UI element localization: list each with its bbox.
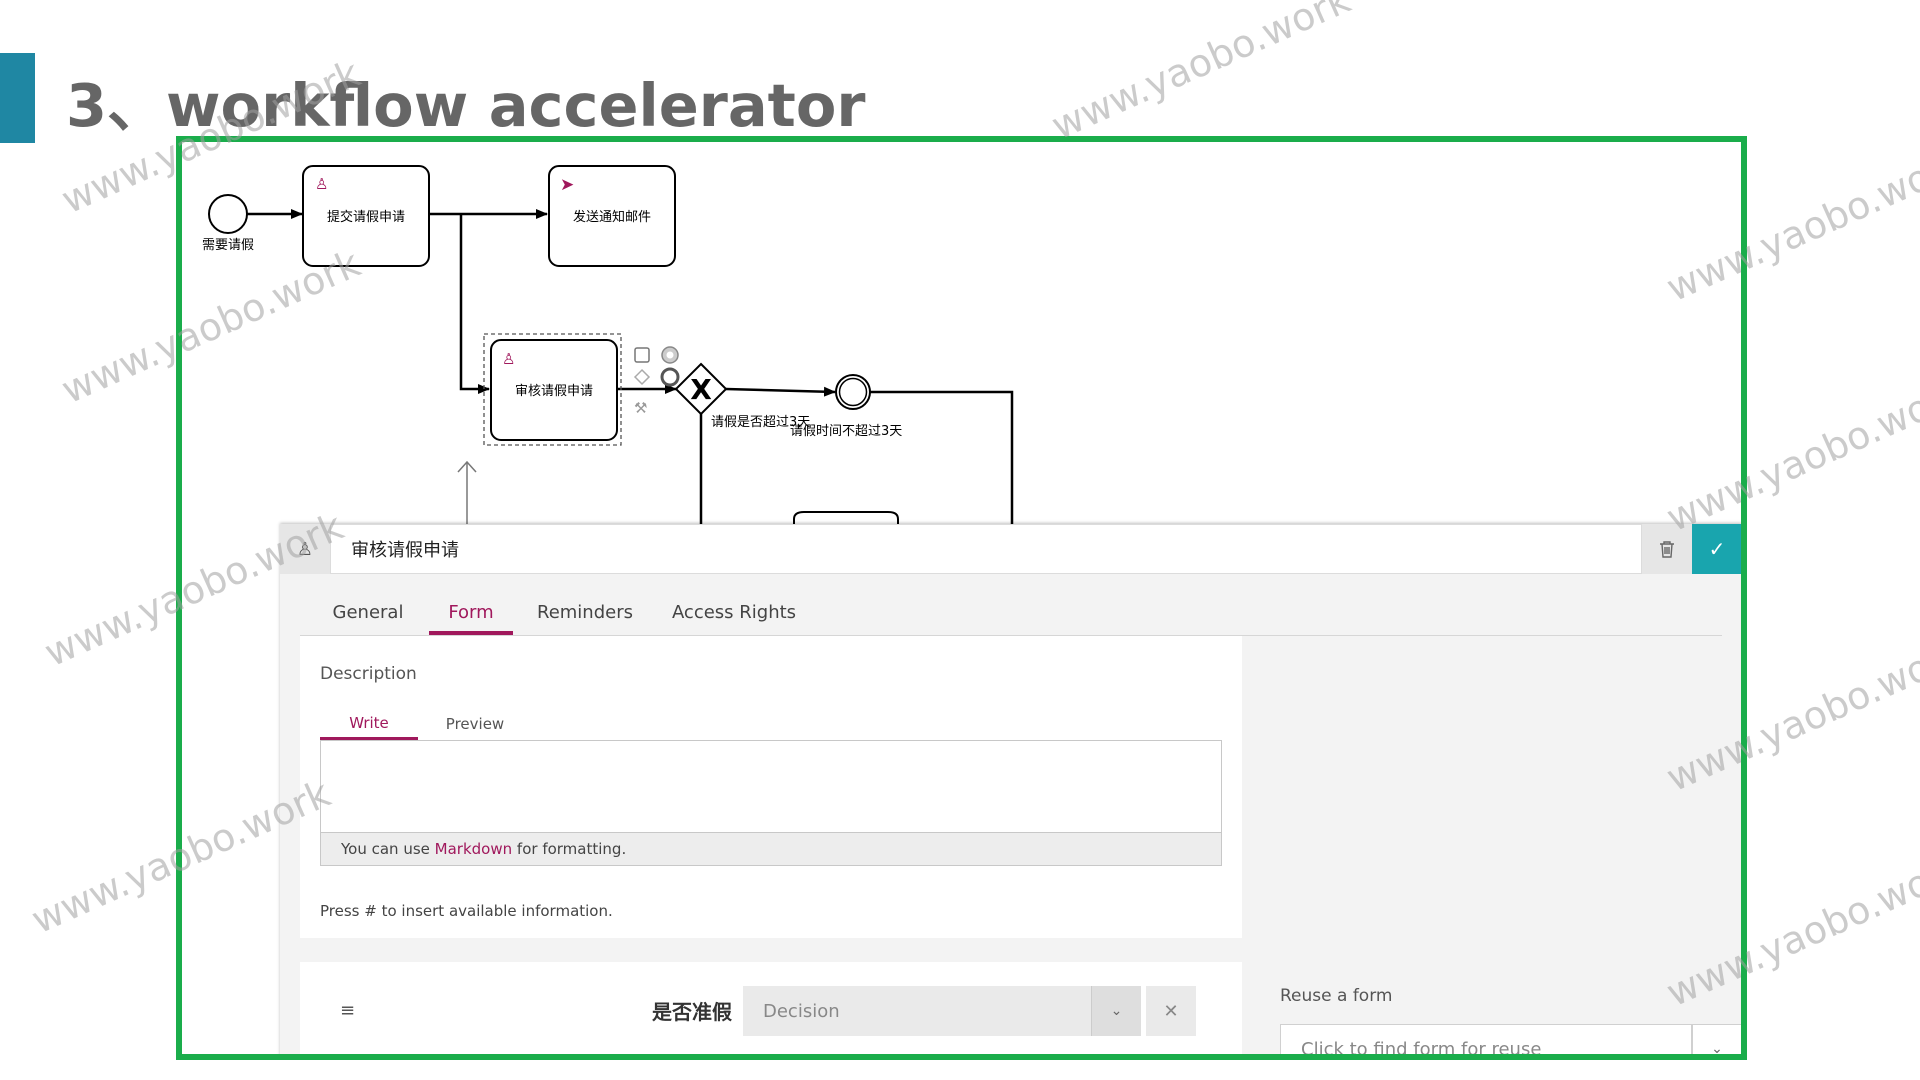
task-submit-leave[interactable]: ♙ 提交请假申请 (302, 165, 430, 267)
task-review-label: 审核请假申请 (515, 384, 593, 399)
flow-label: 请假时间不超过3天 (790, 424, 902, 439)
context-pad[interactable]: ⚒ (633, 346, 680, 417)
chevron-down-icon[interactable]: ⌄ (1091, 986, 1141, 1036)
markdown-link[interactable]: Markdown (435, 840, 512, 858)
field-label: 是否准假 (652, 1000, 732, 1024)
markdown-hint: You can use Markdown for formatting. (321, 832, 1221, 865)
start-event[interactable] (208, 194, 248, 234)
append-gateway-icon[interactable] (633, 368, 651, 386)
task-review-leave[interactable]: ♙ 审核请假申请 (483, 333, 622, 446)
chevron-down-icon[interactable]: ⌄ (1692, 1024, 1741, 1054)
reuse-form-label: Reuse a form (1280, 986, 1393, 1006)
confirm-button[interactable]: ✓ (1692, 524, 1741, 574)
check-icon: ✓ (1708, 537, 1726, 561)
insert-info-hint: Press # to insert available information. (320, 902, 613, 920)
tab-form[interactable]: Form (429, 590, 513, 635)
task-send-email[interactable]: ➤ 发送通知邮件 (548, 165, 676, 267)
description-label: Description (320, 664, 417, 684)
screenshot-frame: 需要请假 ♙ 提交请假申请 ➤ 发送通知邮件 ♙ 审核请假申请 ⚒ X 请假是否… (176, 136, 1747, 1060)
description-card: Description Write Preview You can use Ma… (300, 636, 1242, 938)
slide-title: 3、workflow accelerator (66, 71, 866, 140)
user-task-icon: ♙ (502, 350, 515, 368)
task-submit-label: 提交请假申请 (327, 209, 405, 225)
properties-panel: ♙ 审核请假申请 ✓ General Form Reminders Access… (280, 524, 1741, 1054)
trash-icon (1660, 541, 1674, 558)
tab-general[interactable]: General (320, 590, 416, 635)
watermark: www.yaobo.work (1045, 0, 1357, 149)
form-field-row: ≡ 是否准假 Decision ⌄ ✕ (300, 962, 1242, 1054)
start-event-label: 需要请假 (202, 238, 254, 253)
tab-write[interactable]: Write (320, 708, 418, 740)
wrench-icon[interactable]: ⚒ (634, 399, 647, 417)
tab-reminders[interactable]: Reminders (525, 590, 645, 635)
description-textarea[interactable]: You can use Markdown for formatting. (320, 740, 1222, 866)
element-name-input[interactable]: 审核请假申请 (330, 524, 1642, 574)
panel-pointer-arrow (457, 460, 477, 524)
intermediate-event[interactable] (835, 374, 871, 410)
hidden-task-edge (793, 511, 899, 524)
field-type-select[interactable]: Decision (743, 986, 1091, 1036)
append-end-icon[interactable] (660, 367, 680, 387)
task-email-label: 发送通知邮件 (573, 209, 651, 225)
tab-access-rights[interactable]: Access Rights (660, 590, 808, 635)
title-accent-bar (0, 53, 35, 143)
svg-text:X: X (690, 373, 712, 406)
panel-header: ♙ 审核请假申请 ✓ (280, 524, 1741, 574)
exclusive-gateway[interactable]: X (674, 362, 728, 416)
reuse-form-input[interactable]: Click to find form for reuse (1280, 1024, 1692, 1054)
user-task-icon: ♙ (315, 175, 328, 193)
tab-preview[interactable]: Preview (425, 708, 525, 740)
send-icon: ➤ (560, 175, 574, 195)
drag-handle-icon[interactable]: ≡ (340, 1000, 355, 1021)
panel-tabs: General Form Reminders Access Rights (300, 590, 1722, 636)
close-icon[interactable]: ✕ (1146, 986, 1196, 1036)
append-task-icon[interactable] (634, 347, 650, 363)
user-task-icon: ♙ (296, 538, 314, 560)
delete-button[interactable] (1642, 524, 1692, 574)
